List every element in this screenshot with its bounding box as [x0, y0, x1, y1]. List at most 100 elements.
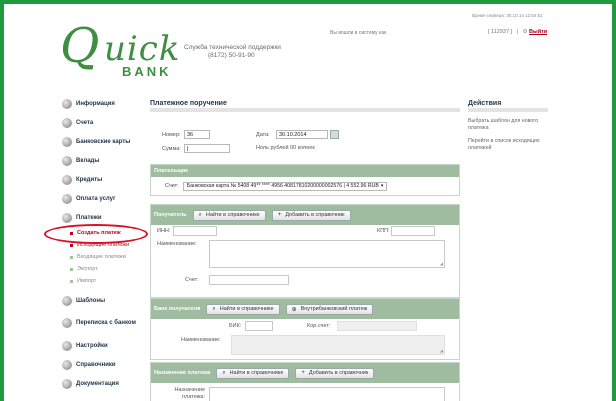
messages-icon: [62, 318, 72, 328]
header: Q uick BANK Служба технической поддержки…: [4, 4, 612, 84]
number-input[interactable]: 36: [184, 130, 210, 139]
calendar-icon[interactable]: [330, 130, 339, 139]
purpose-header: Назначение платежа ⌕ Найти в справочнике …: [151, 363, 459, 383]
purpose-field-label: Назначение платежа:: [171, 387, 205, 401]
sum-input[interactable]: |: [184, 144, 230, 153]
payer-account-select[interactable]: Банковская карта № 5408 49** **** 4956 4…: [182, 181, 388, 191]
cards-icon: [62, 136, 72, 147]
internal-payment-button[interactable]: ⊕ Внутрибанковский платеж: [285, 303, 374, 315]
nav-label: Справочники: [76, 361, 116, 368]
bullet-icon: [70, 243, 73, 247]
recipient-title: Получатель: [154, 212, 187, 218]
date-value: 30.10.2014: [279, 131, 307, 138]
server-time: Время сервера: 30.10.14 12:54:51: [472, 13, 543, 18]
number-row: Номер: 36: [162, 130, 210, 139]
search-icon: ⌕: [198, 211, 202, 218]
date-input[interactable]: 30.10.2014: [276, 130, 328, 139]
nav-item-credits[interactable]: Кредиты: [62, 170, 152, 189]
purpose-add-button[interactable]: + Добавить в справочник: [295, 367, 375, 379]
purpose-label-line2: платежа:: [182, 394, 205, 400]
nav-label: Кредиты: [76, 176, 103, 183]
highlight-oval: [44, 224, 148, 244]
accounts-icon: [62, 117, 72, 128]
inn-input[interactable]: [173, 226, 217, 236]
payment-header-fields: Номер: 36 Дата: 30.10.2014 Сумма: | Ноль…: [150, 122, 460, 158]
sub-item-incoming[interactable]: Входящие платежи: [62, 251, 152, 263]
deposits-icon: [62, 155, 72, 166]
bik-label: БИК:: [229, 323, 242, 329]
nav-item-templates[interactable]: Шаблоны: [62, 291, 152, 310]
separator: |: [516, 29, 519, 35]
sub-label: Импорт: [77, 278, 97, 284]
purpose-find-button[interactable]: ⌕ Найти в справочнике: [216, 367, 290, 379]
nav-item-docs[interactable]: Документация: [62, 374, 152, 393]
payer-account-row: Счет: Банковская карта № 5408 49** **** …: [151, 177, 459, 195]
sum-words: Ноль рублей 00 копеек: [256, 145, 315, 151]
logo-uick: uick: [104, 29, 181, 69]
number-value: 36: [187, 131, 194, 138]
nav-item-accounts[interactable]: Счета: [62, 113, 152, 132]
nav-item-directories[interactable]: Справочники: [62, 355, 152, 374]
recipient-name-input[interactable]: ◢: [209, 240, 445, 268]
sum-words-text: Ноль рублей 00 копеек: [256, 145, 315, 151]
payments-icon: [62, 212, 72, 223]
logout-link[interactable]: Выйти: [529, 29, 547, 35]
purpose-title: Назначение платежа: [154, 370, 211, 376]
action-choose-template[interactable]: Выбрать шаблон для нового платежа: [468, 118, 548, 132]
recipient-add-button[interactable]: + Добавить в справочник: [271, 209, 351, 221]
nav-item-messages[interactable]: Переписка с банком: [62, 310, 152, 336]
sum-row: Сумма: |: [162, 144, 230, 153]
btn-label: Найти в справочнике: [219, 306, 274, 312]
sub-label: Входящие платежи: [77, 254, 126, 260]
purpose-panel: Назначение платежа ⌕ Найти в справочнике …: [150, 362, 460, 401]
inn-label: ИНН:: [157, 228, 171, 234]
nav-item-settings[interactable]: Настройки: [62, 336, 152, 355]
search-icon: ⌕: [222, 369, 226, 376]
nav-label: Переписка с банком: [76, 320, 136, 326]
nav-item-cards[interactable]: Банковские карты: [62, 132, 152, 151]
bank-name-input: ◢: [231, 335, 445, 355]
btn-label: Добавить в справочник: [285, 212, 345, 218]
nav-label: Счета: [76, 119, 94, 126]
bullet-icon: [70, 279, 73, 283]
kpp-input[interactable]: [391, 226, 435, 236]
nav-label: Оплата услуг: [76, 195, 116, 202]
support-phone: (8172) 50-91-90: [208, 52, 255, 59]
kpp-label: КПП:: [377, 228, 390, 234]
bank-find-button[interactable]: ⌕ Найти в справочнике: [206, 303, 280, 315]
sub-item-import[interactable]: Импорт: [62, 275, 152, 287]
chevron-down-icon: ▾: [380, 183, 384, 189]
recipient-panel: Получатель ⌕ Найти в справочнике + Добавит…: [150, 204, 460, 298]
payment-form: Платежное поручение Номер: 36 Дата: 30.1…: [150, 100, 460, 401]
sub-label: Экспорт: [77, 266, 98, 272]
action-outgoing-list[interactable]: Перейти в список исходящих платежей: [468, 138, 548, 152]
info-icon: [62, 98, 72, 109]
nav-item-deposits[interactable]: Вклады: [62, 151, 152, 170]
recipient-find-button[interactable]: ⌕ Найти в справочнике: [192, 209, 266, 221]
corr-label: Кор.счет:: [307, 323, 331, 329]
docs-icon: [62, 378, 72, 389]
btn-label: Внутрибанковский платеж: [300, 306, 368, 312]
sub-item-export[interactable]: Экспорт: [62, 263, 152, 275]
nav-item-info[interactable]: Информация: [62, 94, 152, 113]
bik-input[interactable]: [245, 321, 273, 331]
resize-handle-icon[interactable]: ◢: [440, 261, 443, 266]
nav-label: Информация: [76, 100, 115, 107]
recipient-account-input[interactable]: [209, 275, 289, 285]
logout-icon[interactable]: ⚙: [523, 29, 528, 35]
purpose-input[interactable]: [209, 387, 445, 401]
recipient-bank-panel: Банк получателя ⌕ Найти в справочнике ⊕ Вн…: [150, 298, 460, 360]
plus-icon: +: [277, 212, 282, 218]
quick-bank-logo[interactable]: Q uick BANK: [60, 18, 181, 80]
recipient-bank-header: Банк получателя ⌕ Найти в справочнике ⊕ Вн…: [151, 299, 459, 319]
payer-panel: Плательщик Счет: Банковская карта № 5408…: [150, 164, 460, 196]
logo-q: Q: [60, 18, 100, 74]
payer-account-value: Банковская карта № 5408 49** **** 4956 4…: [186, 183, 379, 189]
directories-icon: [62, 359, 72, 370]
nav-item-services[interactable]: Оплата услуг: [62, 189, 152, 208]
date-label: Дата:: [256, 131, 270, 138]
nav-label: Шаблоны: [76, 297, 106, 304]
sum-label: Сумма:: [162, 145, 181, 152]
app-frame: Q uick BANK Служба технической поддержки…: [4, 4, 612, 401]
resize-handle-icon: ◢: [439, 348, 443, 353]
